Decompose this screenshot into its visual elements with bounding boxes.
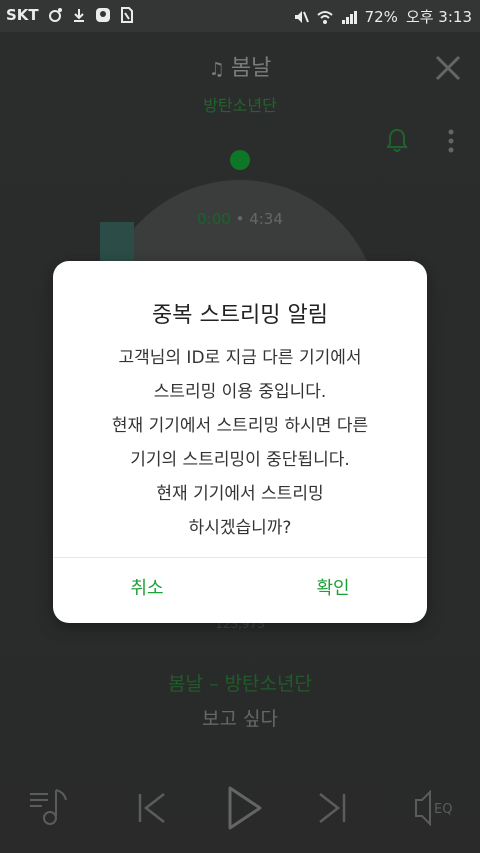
status-bar: SKT 72% 오후 3:13 [0, 0, 480, 32]
dialog-divider [53, 557, 427, 558]
carrier-label: SKT [6, 6, 39, 24]
confirm-button[interactable]: 확인 [258, 564, 408, 614]
dialog-message-line: 현재 기기에서 스트리밍 하시면 다른 [111, 416, 369, 436]
dialog-title: 중복 스트리밍 알림 [152, 303, 328, 328]
download-icon [71, 7, 87, 23]
app-icon [95, 7, 111, 23]
wifi-icon [316, 9, 333, 25]
dialog-message-line: 고객님의 ID로 지금 다른 기기에서 [118, 348, 362, 368]
cancel-button[interactable]: 취소 [72, 564, 222, 614]
duplicate-streaming-dialog: 중복 스트리밍 알림 고객님의 ID로 지금 다른 기기에서 스트리밍 이용 중… [53, 261, 427, 623]
sim-icon [119, 7, 135, 23]
dialog-message-line: 기기의 스트리밍이 중단됩니다. [130, 450, 350, 470]
battery-label: 72% [364, 7, 398, 26]
dialog-message-line: 스트리밍 이용 중입니다. [153, 382, 327, 402]
record-icon [47, 7, 63, 23]
dialog-message-line: 하시겠습니까? [188, 518, 292, 538]
signal-icon [341, 9, 357, 25]
dialog-message-line: 현재 기기에서 스트리밍 [156, 484, 324, 504]
mute-icon [293, 9, 309, 25]
dialog-message: 고객님의 ID로 지금 다른 기기에서 스트리밍 이용 중입니다. 현재 기기에… [63, 341, 417, 545]
clock-label: 오후 3:13 [405, 8, 472, 26]
